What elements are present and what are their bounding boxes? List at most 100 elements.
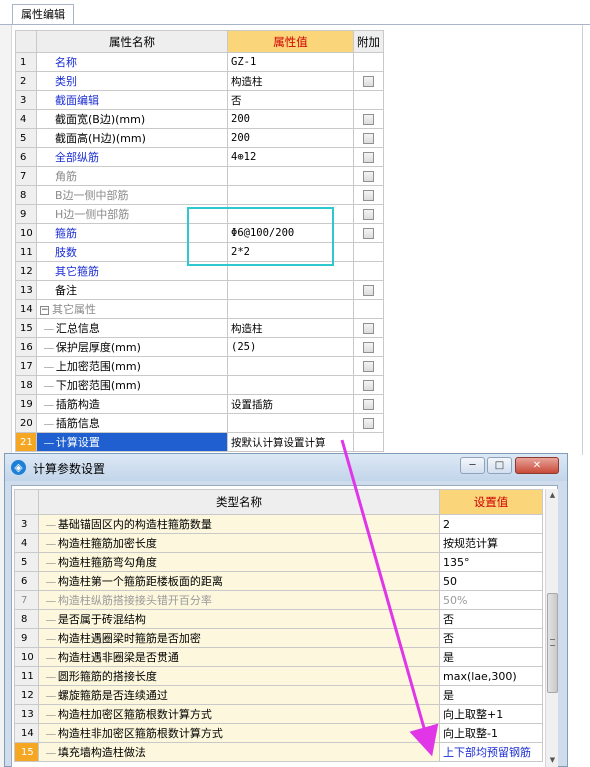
- dialog-titlebar[interactable]: ◈ 计算参数设置 ─ □ ✕: [5, 454, 567, 481]
- calc-setting-name[interactable]: —— 构造柱非加密区箍筋根数计算方式: [38, 723, 440, 743]
- extra-checkbox[interactable]: [363, 418, 374, 429]
- property-row[interactable]: 3 截面编辑 否: [15, 90, 384, 110]
- extra-checkbox[interactable]: [363, 361, 374, 372]
- calc-setting-value[interactable]: 按规范计算: [439, 533, 543, 553]
- property-row[interactable]: 5 截面高(H边)(mm) 200: [15, 128, 384, 148]
- property-value[interactable]: [227, 185, 354, 205]
- scroll-down-icon[interactable]: ▼: [546, 754, 559, 767]
- calc-row[interactable]: 4 —— 构造柱箍筋加密长度 按规范计算: [14, 533, 543, 553]
- calc-row[interactable]: 15 —— 填充墙构造柱做法 上下部均预留钢筋: [14, 742, 543, 762]
- calc-row[interactable]: 14 —— 构造柱非加密区箍筋根数计算方式 向上取整-1: [14, 723, 543, 743]
- calc-setting-name[interactable]: —— 构造柱加密区箍筋根数计算方式: [38, 704, 440, 724]
- property-name[interactable]: − 其它属性: [36, 299, 228, 319]
- scroll-thumb[interactable]: [547, 593, 558, 693]
- property-row[interactable]: 19 —— 插筋构造 设置插筋: [15, 394, 384, 414]
- calc-setting-name[interactable]: —— 构造柱箍筋加密长度: [38, 533, 440, 553]
- property-row[interactable]: 17 —— 上加密范围(mm): [15, 356, 384, 376]
- property-value[interactable]: GZ-1: [227, 52, 354, 72]
- property-name-header[interactable]: 属性名称: [36, 30, 228, 53]
- property-row[interactable]: 8 B边一侧中部筋: [15, 185, 384, 205]
- property-name[interactable]: 全部纵筋: [36, 147, 228, 167]
- calc-row[interactable]: 12 —— 螺旋箍筋是否连续通过是: [14, 685, 543, 705]
- property-value[interactable]: [227, 166, 354, 186]
- extra-checkbox[interactable]: [363, 228, 374, 239]
- calc-setting-name[interactable]: —— 构造柱遇圈梁时箍筋是否加密: [38, 628, 440, 648]
- property-row[interactable]: 18 —— 下加密范围(mm): [15, 375, 384, 395]
- property-row[interactable]: 20 —— 插筋信息: [15, 413, 384, 433]
- property-value[interactable]: 构造柱: [227, 71, 354, 91]
- calc-setting-name[interactable]: —— 构造柱第一个箍筋距楼板面的距离: [38, 571, 440, 591]
- property-row[interactable]: 6 全部纵筋 4⊕12: [15, 147, 384, 167]
- calc-row[interactable]: 13 —— 构造柱加密区箍筋根数计算方式 向上取整+1: [14, 704, 543, 724]
- collapse-icon[interactable]: −: [40, 305, 49, 315]
- calc-row[interactable]: 11 —— 圆形箍筋的搭接长度 max(lae,300): [14, 666, 543, 686]
- property-row[interactable]: 4 截面宽(B边)(mm) 200: [15, 109, 384, 129]
- property-value[interactable]: 按默认计算设置计算: [227, 432, 354, 452]
- calc-setting-name[interactable]: —— 构造柱纵筋搭接接头错开百分率: [38, 590, 440, 610]
- extra-checkbox[interactable]: [363, 152, 374, 163]
- setting-value-header[interactable]: 设置值: [439, 489, 543, 515]
- extra-checkbox[interactable]: [363, 190, 374, 201]
- property-name[interactable]: 角筋: [36, 166, 228, 186]
- property-value[interactable]: [227, 299, 354, 319]
- calc-row[interactable]: 8 —— 是否属于砖混结构否: [14, 609, 543, 629]
- calc-setting-value[interactable]: 135°: [439, 552, 543, 572]
- extra-checkbox[interactable]: [363, 114, 374, 125]
- calc-row[interactable]: 6 —— 构造柱第一个箍筋距楼板面的距离 50: [14, 571, 543, 591]
- calc-setting-value[interactable]: 向上取整+1: [439, 704, 543, 724]
- property-name[interactable]: —— 汇总信息: [36, 318, 228, 338]
- calc-setting-value[interactable]: 向上取整-1: [439, 723, 543, 743]
- property-row[interactable]: 21 —— 计算设置 按默认计算设置计算: [15, 432, 384, 452]
- calc-row[interactable]: 5 —— 构造柱箍筋弯勾角度 135°: [14, 552, 543, 572]
- calc-setting-value[interactable]: 50%: [439, 590, 543, 610]
- extra-checkbox[interactable]: [363, 342, 374, 353]
- maximize-button[interactable]: □: [487, 457, 512, 474]
- property-name[interactable]: 截面宽(B边)(mm): [36, 109, 228, 129]
- calc-setting-value[interactable]: 否: [439, 609, 543, 629]
- property-row[interactable]: 7 角筋: [15, 166, 384, 186]
- property-row[interactable]: 16 —— 保护层厚度(mm) (25): [15, 337, 384, 357]
- extra-checkbox[interactable]: [363, 209, 374, 220]
- property-name[interactable]: —— 下加密范围(mm): [36, 375, 228, 395]
- property-name[interactable]: —— 插筋构造: [36, 394, 228, 414]
- calc-row[interactable]: 9 —— 构造柱遇圈梁时箍筋是否加密否: [14, 628, 543, 648]
- scroll-up-icon[interactable]: ▲: [546, 489, 559, 502]
- property-name[interactable]: 名称: [36, 52, 228, 72]
- property-row[interactable]: 14− 其它属性: [15, 299, 384, 319]
- calc-setting-name[interactable]: —— 构造柱遇非圈梁是否贯通: [38, 647, 440, 667]
- calc-setting-value[interactable]: 上下部均预留钢筋: [439, 742, 543, 762]
- property-value[interactable]: [227, 413, 354, 433]
- calc-setting-value[interactable]: 50: [439, 571, 543, 591]
- extra-checkbox[interactable]: [363, 76, 374, 87]
- calc-setting-name[interactable]: —— 是否属于砖混结构: [38, 609, 440, 629]
- property-row[interactable]: 1 名称 GZ-1: [15, 52, 384, 72]
- vertical-scrollbar[interactable]: ▲ ▼: [545, 489, 558, 767]
- property-name[interactable]: —— 保护层厚度(mm): [36, 337, 228, 357]
- calc-setting-name[interactable]: —— 螺旋箍筋是否连续通过: [38, 685, 440, 705]
- property-name[interactable]: —— 计算设置: [36, 432, 228, 452]
- property-name[interactable]: —— 插筋信息: [36, 413, 228, 433]
- minimize-button[interactable]: ─: [460, 457, 485, 474]
- extra-checkbox[interactable]: [363, 133, 374, 144]
- property-name[interactable]: 备注: [36, 280, 228, 300]
- property-value[interactable]: [227, 356, 354, 376]
- property-name[interactable]: —— 上加密范围(mm): [36, 356, 228, 376]
- tab-property-edit[interactable]: 属性编辑: [12, 4, 74, 25]
- calc-setting-value[interactable]: 是: [439, 685, 543, 705]
- property-name[interactable]: B边一侧中部筋: [36, 185, 228, 205]
- property-row[interactable]: 13 备注: [15, 280, 384, 300]
- calc-setting-name[interactable]: —— 圆形箍筋的搭接长度: [38, 666, 440, 686]
- calc-row[interactable]: 10 —— 构造柱遇非圈梁是否贯通是: [14, 647, 543, 667]
- calc-setting-value[interactable]: 否: [439, 628, 543, 648]
- property-value[interactable]: 200: [227, 109, 354, 129]
- property-value[interactable]: [227, 280, 354, 300]
- extra-checkbox[interactable]: [363, 399, 374, 410]
- extra-checkbox[interactable]: [363, 171, 374, 182]
- property-value-header[interactable]: 属性值: [227, 30, 354, 53]
- calc-setting-name[interactable]: —— 填充墙构造柱做法: [38, 742, 440, 762]
- property-value[interactable]: 否: [227, 90, 354, 110]
- property-row[interactable]: 15 —— 汇总信息 构造柱: [15, 318, 384, 338]
- type-name-header[interactable]: 类型名称: [38, 489, 440, 515]
- calc-setting-value[interactable]: max(lae,300): [439, 666, 543, 686]
- extra-checkbox[interactable]: [363, 380, 374, 391]
